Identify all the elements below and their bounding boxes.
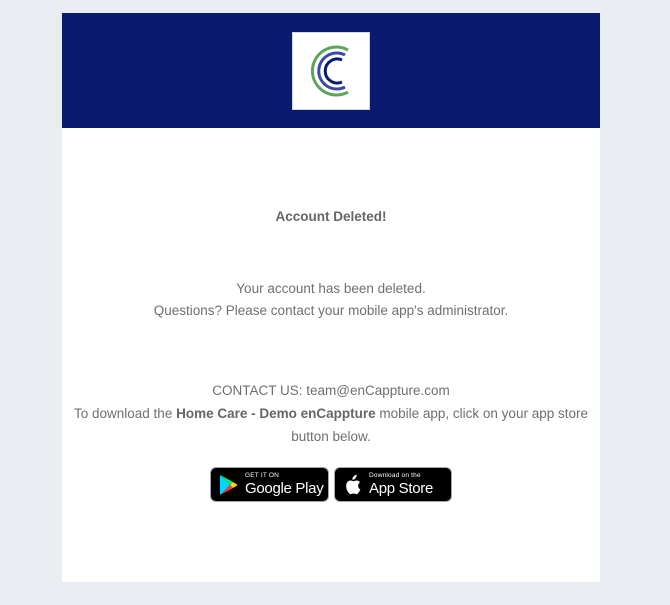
google-play-label: Google Play: [245, 479, 324, 497]
store-buttons: GET IT ON Google Play Download on the Ap…: [62, 467, 600, 502]
app-store-label: App Store: [369, 479, 434, 497]
apple-icon: [335, 474, 369, 496]
encappture-logo-icon: [310, 45, 349, 97]
contact-block: CONTACT US: team@enCappture.com To downl…: [62, 379, 600, 448]
header-banner: [62, 13, 600, 128]
google-play-small-label: GET IT ON: [245, 472, 280, 480]
page-title: Account Deleted!: [275, 209, 387, 224]
app-name: Home Care - Demo enCappture: [176, 406, 376, 421]
deleted-message: Your account has been deleted. Questions…: [62, 278, 600, 322]
app-store-button[interactable]: Download on the App Store: [334, 467, 452, 502]
contact-line: CONTACT US: team@enCappture.com: [212, 383, 450, 398]
download-instructions: To download the Home Care - Demo enCappt…: [74, 406, 588, 444]
google-play-button[interactable]: GET IT ON Google Play: [210, 467, 329, 502]
app-store-small-label: Download on the: [369, 472, 421, 480]
message-line: Questions? Please contact your mobile ap…: [153, 303, 509, 318]
google-play-icon: [211, 474, 245, 496]
email-card: Account Deleted! Your account has been d…: [62, 13, 600, 582]
logo: [292, 32, 370, 110]
message-line: Your account has been deleted.: [236, 281, 426, 296]
